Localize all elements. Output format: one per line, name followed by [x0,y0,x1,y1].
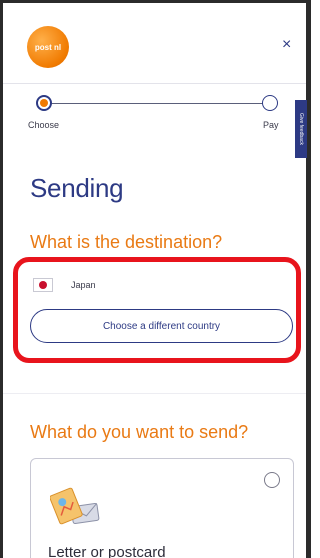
country-name: Japan [71,280,96,290]
destination-heading: What is the destination? [30,232,223,252]
flag-disc [39,281,47,289]
option-label-letter: Letter or postcard [48,544,166,558]
step-pay-indicator [262,95,278,111]
japan-flag-icon [33,278,53,292]
option-radio-letter[interactable] [264,472,280,488]
step-choose-label: Choose [28,120,60,130]
header: post nl × [3,3,306,84]
step-pay-label: Pay [263,120,279,130]
app-frame: post nl × Choose Pay Give feedback Sendi… [0,0,311,558]
selected-country: Japan [33,277,96,293]
letter-postcard-icon [50,487,100,525]
step-choose-indicator [36,95,52,111]
close-icon[interactable]: × [282,37,291,53]
progress-line [44,103,270,104]
logo-text: post nl [34,42,62,52]
choose-different-country-button[interactable]: Choose a different country [30,309,293,343]
section-divider [3,393,306,394]
feedback-tab[interactable]: Give feedback [295,100,307,158]
page-title: Sending [30,173,124,203]
device-bezel-right [306,0,311,558]
postnl-logo[interactable]: post nl [27,26,69,68]
progress-stepper: Choose Pay [28,93,288,133]
send-heading: What do you want to send? [30,422,249,442]
